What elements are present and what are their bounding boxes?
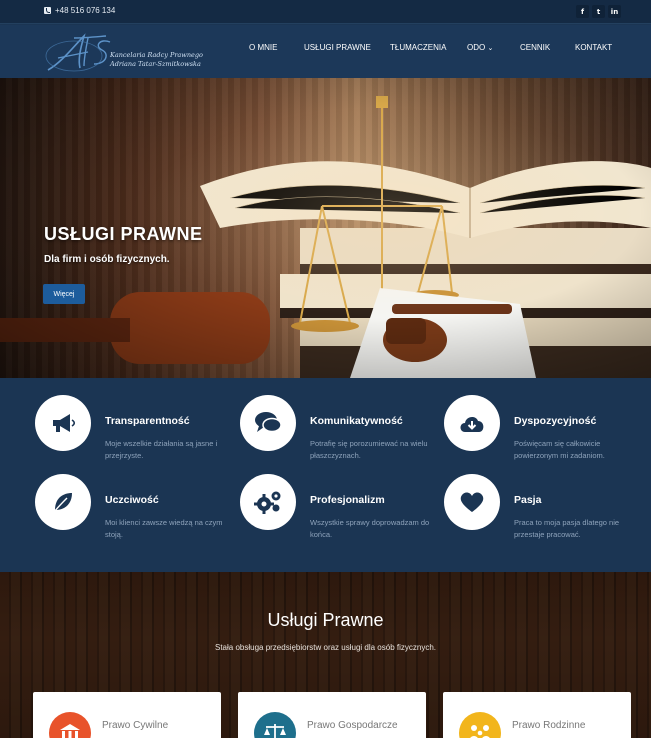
feature-title: Dyspozycyjność [514,415,597,427]
gears-icon [240,474,296,530]
chat-bubbles-icon [240,395,296,451]
service-card-family[interactable]: Prawo Rodzinne [443,692,631,738]
nav-item-o-mnie[interactable]: O MNIE [249,43,277,52]
services-section: Usługi Prawne Stała obsługa przedsiębior… [0,572,651,738]
services-title: Usługi Prawne [267,610,384,630]
nav-item-odo-label: ODO [467,43,486,52]
social-links: f t in [576,5,621,18]
feature-communication: Komunikatywność Potrafię się porozumiewa… [240,395,445,465]
feature-text: Potrafię się porozumiewać na wielu płasz… [310,439,428,460]
feature-passion: Pasja Praca to moja pasja dlatego nie pr… [444,474,649,544]
main-navigation: Kancelaria Radcy Prawnego Adriana Tatar-… [0,25,651,78]
feature-text: Praca to moja pasja dlatego nie przestaj… [514,518,620,539]
feature-professionalism: Profesjonalizm Wszystkie sprawy doprowad… [240,474,445,544]
nav-item-kontakt[interactable]: KONTAKT [575,43,612,52]
top-bar: +48 516 076 134 f t in [0,0,651,24]
feature-title: Profesjonalizm [310,494,385,506]
megaphone-icon [35,395,91,451]
feature-title: Komunikatywność [310,415,403,427]
leaf-icon [35,474,91,530]
logo-line-2: Adriana Tatar-Szmitkowska [110,60,201,68]
feature-text: Moi klienci zawsze wiedzą na czym stoją. [105,518,223,539]
phone-icon [44,7,51,14]
hero-more-button[interactable]: Więcej [43,284,85,304]
hero-banner: USŁUGI PRAWNE Dla firm i osób fizycznych… [0,78,651,378]
phone-number: +48 516 076 134 [55,6,116,15]
feature-title: Transparentność [105,415,190,427]
nav-item-uslugi-prawne[interactable]: USŁUGI PRAWNE [304,43,371,52]
feature-title: Uczciwość [105,494,159,506]
scales-icon [254,712,296,738]
family-icon [459,712,501,738]
services-subtitle: Stała obsługa przedsiębiorstw oraz usług… [214,643,436,652]
facebook-icon[interactable]: f [576,5,589,18]
features-section: Transparentność Moje wszelkie działania … [0,378,651,572]
feature-text: Wszystkie sprawy doprowadzam do końca. [310,518,430,539]
nav-item-odo[interactable]: ODO ⌄ [467,43,493,52]
cloud-download-icon [444,395,500,451]
twitter-icon[interactable]: t [592,5,605,18]
service-card-civil[interactable]: Prawo Cywilne [33,692,221,738]
feature-honesty: Uczciwość Moi klienci zawsze wiedzą na c… [35,474,240,544]
nav-item-cennik[interactable]: CENNIK [520,43,550,52]
nav-item-tlumaczenia[interactable]: TŁUMACZENIA [390,43,446,52]
service-card-business[interactable]: Prawo Gospodarcze [238,692,426,738]
service-card-title: Prawo Cywilne [102,720,169,731]
feature-transparency: Transparentność Moje wszelkie działania … [35,395,240,465]
linkedin-icon[interactable]: in [608,5,621,18]
feature-text: Poświęcam się całkowicie powierzonym mi … [514,439,605,460]
heart-icon [444,474,500,530]
logo-line-1: Kancelaria Radcy Prawnego [110,51,203,59]
service-card-title: Prawo Rodzinne [512,720,586,731]
feature-text: Moje wszelkie działania są jasne i przej… [105,439,218,460]
hero-title: USŁUGI PRAWNE [44,224,203,244]
feature-availability: Dyspozycyjność Poświęcam się całkowicie … [444,395,649,465]
hero-subtitle: Dla firm i osób fizycznych. [44,254,170,265]
site-logo[interactable]: Kancelaria Radcy Prawnego Adriana Tatar-… [44,32,214,74]
feature-title: Pasja [514,494,542,506]
service-card-title: Prawo Gospodarcze [307,720,398,731]
phone-contact[interactable]: +48 516 076 134 [44,6,115,15]
chevron-down-icon: ⌄ [487,45,494,52]
courthouse-icon [49,712,91,738]
